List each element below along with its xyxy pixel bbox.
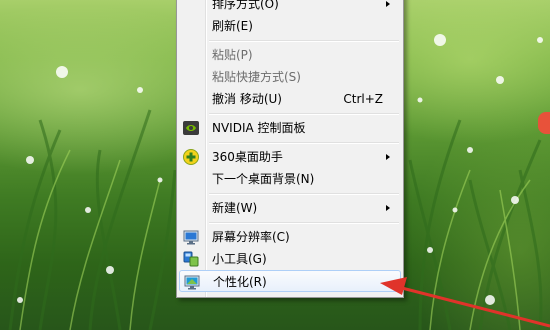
annotation-arrow xyxy=(380,277,550,328)
